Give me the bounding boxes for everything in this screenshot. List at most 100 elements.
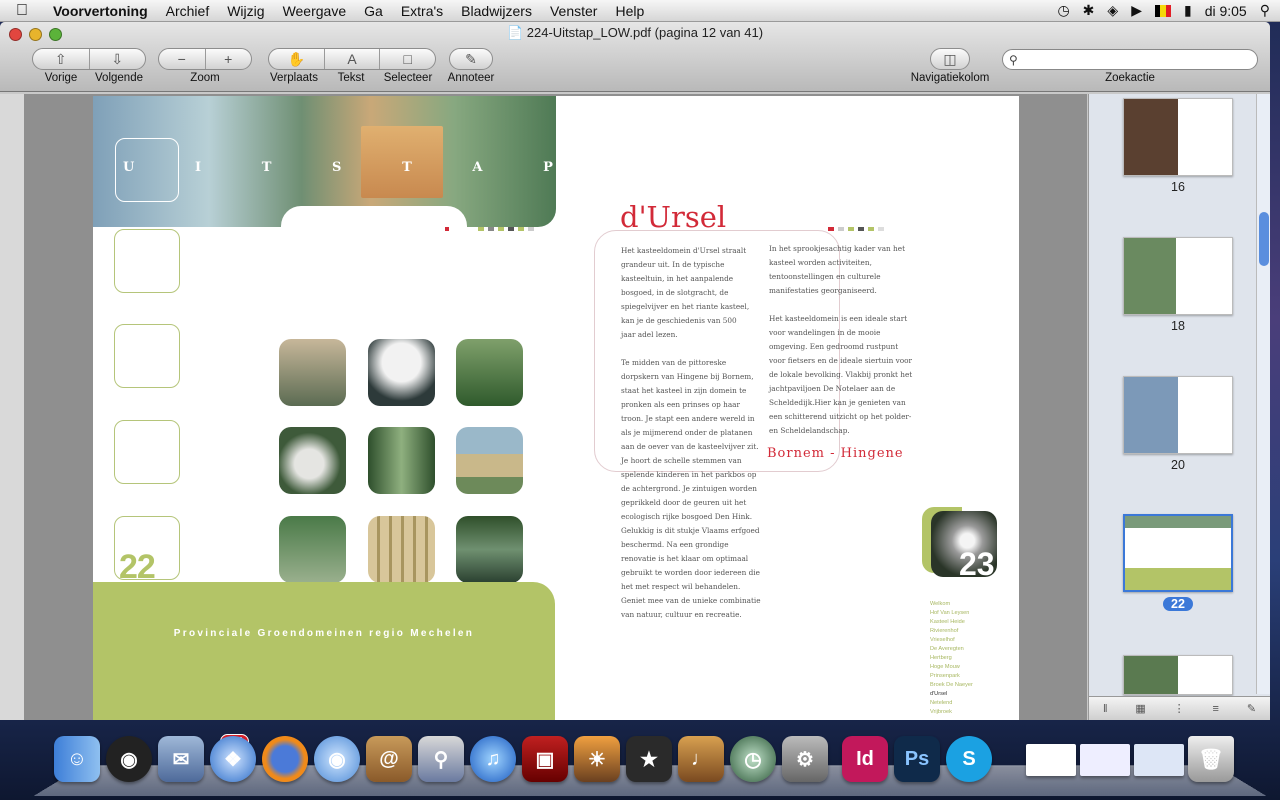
page-thumbnail[interactable] (1123, 237, 1233, 315)
photo-forest (279, 516, 346, 583)
park-index-item: Broek De Naeyer (930, 682, 973, 688)
firefox-icon[interactable] (262, 736, 308, 782)
outline-box (114, 229, 180, 293)
menu-help[interactable]: Help (606, 3, 653, 19)
photo-booth-icon[interactable]: ▣ (522, 736, 568, 782)
menu-archief[interactable]: Archief (157, 3, 219, 19)
page-thumbnail[interactable] (1123, 376, 1233, 454)
text-label: Tekst (337, 72, 365, 84)
search-input[interactable]: ⚲ (1002, 49, 1258, 70)
single-view-icon[interactable]: ⋮ (1174, 702, 1185, 715)
imovie-icon[interactable]: ★ (626, 736, 672, 782)
page-thumbnail-selected[interactable] (1123, 514, 1233, 592)
text-line: spiegelvijver en het riante kasteel, (621, 302, 750, 311)
text-line: dorpskern van Hingene bij Bornem, (621, 372, 754, 381)
photo-garden (456, 339, 523, 406)
photo-statue (279, 427, 346, 494)
minimized-window-thumb[interactable] (1080, 744, 1130, 776)
text-tool-icon[interactable]: A (325, 49, 381, 69)
menu-weergave[interactable]: Weergave (274, 3, 356, 19)
park-index-item: Hertberg (930, 655, 952, 661)
zoom-out-button[interactable]: − (159, 49, 206, 69)
minimized-window-thumb[interactable] (1026, 744, 1076, 776)
text-column-2: In het sprookjesachtig kader van het kast… (769, 242, 919, 438)
dashboard-icon[interactable]: ◉ (106, 736, 152, 782)
menu-bladwijzers[interactable]: Bladwijzers (452, 3, 541, 19)
search-icon: ⚲ (1009, 53, 1018, 67)
trash-icon[interactable]: 🗑 (1188, 736, 1234, 782)
skype-icon[interactable]: S (946, 736, 992, 782)
text-line: het met respect wil behandelen. (621, 582, 741, 591)
thumb-number: 20 (1171, 458, 1185, 472)
page-number-right: 23 (959, 546, 995, 582)
grid-view-icon[interactable]: ▦ (1135, 702, 1145, 715)
ichat-icon[interactable]: ◉ (314, 736, 360, 782)
menu-wijzig[interactable]: Wijzig (218, 3, 273, 19)
text-line: Het kasteeldomein d'Ursel straalt (621, 246, 747, 255)
zoom-in-button[interactable]: + (206, 49, 252, 69)
text-line: geprikkeld door de geuren uit het (621, 498, 747, 507)
menu-venster[interactable]: Venster (541, 3, 606, 19)
list-view-icon[interactable]: ≡ (1213, 703, 1219, 715)
text-line: Geniet mee van de unieke combinatie (621, 596, 761, 605)
location-subtitle: Bornem - Hingene (767, 446, 904, 461)
page-thumbnail[interactable] (1123, 655, 1233, 695)
prev-page-button[interactable]: ⇧ (33, 49, 90, 69)
text-line: Je hoort de schelle stemmen van (621, 456, 742, 465)
select-tool-icon[interactable]: □ (380, 49, 435, 69)
column-view-icon[interactable]: ‖ (1103, 703, 1108, 715)
menu-ga[interactable]: Ga (355, 3, 392, 19)
system-preferences-icon[interactable]: ⚙ (782, 736, 828, 782)
itunes-icon[interactable]: ♫ (470, 736, 516, 782)
next-page-button[interactable]: ⇩ (90, 49, 146, 69)
window-title-text: 224-Uitstap_LOW.pdf (pagina 12 van 41) (526, 25, 764, 40)
iphoto-icon[interactable]: ☀ (574, 736, 620, 782)
select-label: Selecteer (383, 72, 433, 84)
battery-icon[interactable]: ▮ (1184, 2, 1192, 19)
page-thumbnail[interactable] (1123, 98, 1233, 176)
scroll-knob[interactable] (1259, 212, 1269, 266)
park-index-item: Welkom (930, 601, 951, 607)
indesign-icon[interactable]: Id (842, 736, 888, 782)
mail-icon[interactable]: ✉ (158, 736, 204, 782)
color-dots-left (478, 227, 534, 231)
menu-extras[interactable]: Extra's (392, 3, 452, 19)
photoshop-icon[interactable]: Ps (894, 736, 940, 782)
bluetooth-icon[interactable]: ✱ (1083, 2, 1095, 19)
photo-ornament (368, 339, 435, 406)
menu-app-name[interactable]: Voorvertoning (44, 3, 157, 19)
finder-icon[interactable]: ☺ (54, 736, 100, 782)
wifi-icon[interactable]: ◈ (1107, 2, 1118, 19)
safari-icon[interactable]: ❖ (210, 736, 256, 782)
move-hand-icon[interactable]: ✋ (269, 49, 325, 69)
spotlight-icon[interactable]: ⚲ (1260, 2, 1270, 19)
prev-label: Vorige (44, 72, 78, 84)
minimized-window-thumb[interactable] (1134, 744, 1184, 776)
document-view[interactable]: U I T S T A P Provinciale Groendomeinen … (24, 94, 1087, 720)
time-machine-icon[interactable]: ◷ (1057, 2, 1069, 19)
address-book-icon[interactable]: @ (366, 736, 412, 782)
sidebar-icon: ◫ (943, 50, 957, 67)
prev-next-group: ⇧ ⇩ (32, 48, 146, 70)
apple-menu-icon[interactable]:  (0, 2, 44, 20)
text-line: troon. Je stapt een andere wereld in (621, 414, 755, 423)
text-line: Te midden van de pittoreske (621, 358, 727, 367)
text-line: omgeving. Een gedroomd rustpunt (769, 342, 899, 351)
text-line: kasteel worden activiteiten, (769, 258, 872, 267)
nav-column-button[interactable]: ◫ (930, 48, 970, 70)
volume-icon[interactable]: ▶ (1131, 2, 1142, 19)
input-source-flag-icon[interactable] (1154, 4, 1171, 17)
annotation-view-icon[interactable]: ✎ (1247, 702, 1256, 715)
garageband-icon[interactable]: ♩ (678, 736, 724, 782)
left-drawer-edge (0, 94, 24, 720)
text-line: staat het kasteel in zijn domein te (621, 386, 747, 395)
annotate-button[interactable]: ✎ (449, 48, 493, 70)
preview-icon[interactable]: ⚲ (418, 736, 464, 782)
text-line: de achtergrond. Je zintuigen worden (621, 484, 757, 493)
time-machine-dock-icon[interactable]: ◷ (730, 736, 776, 782)
menubar-clock[interactable]: di 9:05 (1205, 3, 1247, 19)
sidebar-scrollbar[interactable] (1256, 94, 1270, 694)
text-line: renovatie is het klaar om optimaal (621, 554, 749, 563)
search-label: Zoekactie (1105, 72, 1155, 84)
park-index-item: Rivierenhof (930, 628, 959, 634)
